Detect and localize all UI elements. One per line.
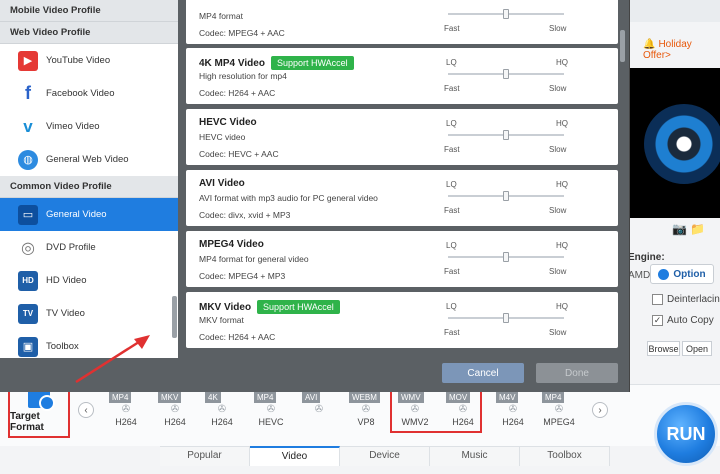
format-item[interactable]: M4V ✇ H264	[496, 392, 530, 430]
profile-card[interactable]: MP4 format Codec: MPEG4 + AAC Fast Slow	[186, 0, 618, 44]
sidebar-item-dvd[interactable]: ◎ DVD Profile	[0, 231, 178, 264]
scroll-left-button[interactable]: ‹	[78, 402, 94, 418]
profile-sidebar: Mobile Video Profile Web Video Profile ▶…	[0, 0, 178, 358]
sidebar-header-common[interactable]: Common Video Profile	[0, 176, 178, 198]
category-tabs: Popular Video Device Music Toolbox	[160, 446, 610, 466]
run-button[interactable]: RUN	[654, 402, 718, 466]
hwaccel-badge: Support HWAccel	[270, 56, 354, 70]
quality-slider[interactable]	[448, 130, 564, 140]
vimeo-icon: v	[18, 116, 38, 137]
profile-card[interactable]: HEVC Video HEVC video Codec: HEVC + AAC …	[186, 109, 618, 165]
holiday-offer-link[interactable]: 🔔 Holiday Offer>	[643, 39, 720, 61]
tab-music[interactable]: Music	[430, 446, 520, 466]
deinterlacing-checkbox[interactable]: Deinterlacing	[652, 294, 720, 305]
film-reel-icon: ✇	[170, 404, 180, 415]
sidebar-header-web[interactable]: Web Video Profile	[0, 22, 178, 44]
format-item[interactable]: MKV ✇ H264	[158, 392, 192, 430]
cancel-button[interactable]: Cancel	[442, 363, 524, 383]
done-button[interactable]: Done	[536, 363, 618, 383]
tab-device[interactable]: Device	[340, 446, 430, 466]
slider-knob[interactable]	[503, 313, 509, 323]
sidebar-item-general-video[interactable]: ▭ General Video	[0, 198, 178, 231]
film-reel-icon: ✇	[361, 404, 371, 415]
checkbox-box	[652, 294, 663, 305]
hwaccel-badge: Support HWAccel	[257, 300, 340, 314]
slider-knob[interactable]	[503, 69, 509, 79]
slider-knob[interactable]	[503, 252, 509, 262]
youtube-icon: ▶	[18, 50, 38, 71]
film-reel-icon: ✇	[217, 404, 227, 415]
facebook-icon: f	[18, 83, 38, 104]
tab-toolbox[interactable]: Toolbox	[520, 446, 610, 466]
video-preview	[628, 68, 720, 218]
film-reel-icon: ✇	[554, 404, 564, 415]
sidebar-item-tv[interactable]: TV TV Video	[0, 297, 178, 330]
profile-card[interactable]: 4K MP4 Video Support HWAccel High resolut…	[186, 48, 618, 104]
format-item[interactable]: WEBM ✇ VP8	[349, 392, 383, 430]
target-format-button[interactable]: Target Format	[8, 386, 70, 438]
toolbox-icon: ▣	[18, 336, 38, 357]
quality-slider[interactable]	[448, 313, 564, 323]
film-reel-icon: ✇	[508, 404, 518, 415]
format-item[interactable]: 4K ✇ H264	[205, 392, 239, 430]
format-item[interactable]: MP4 ✇ HEVC	[254, 392, 288, 430]
quality-slider[interactable]	[448, 69, 564, 79]
amd-label: AMD	[628, 270, 651, 281]
disc-graphic	[644, 104, 720, 184]
sidebar-header-mobile[interactable]: Mobile Video Profile	[0, 0, 178, 22]
profile-card[interactable]: MKV Video Support HWAccel MKV format Code…	[186, 292, 618, 348]
slider-knob[interactable]	[503, 9, 509, 19]
gear-icon	[658, 268, 670, 280]
quality-slider[interactable]	[448, 191, 564, 201]
sidebar-item-hd[interactable]: HD HD Video	[0, 264, 178, 297]
sidebar-item-general-web[interactable]: ◍ General Web Video	[0, 143, 178, 176]
tv-icon: TV	[18, 303, 38, 324]
dvd-icon: ◎	[18, 237, 38, 258]
tab-popular[interactable]: Popular	[160, 446, 250, 466]
profile-list-scrollbar[interactable]	[620, 30, 625, 62]
film-reel-icon: ✇	[121, 404, 131, 415]
scroll-right-button[interactable]: ›	[592, 402, 608, 418]
auto-copy-checkbox[interactable]: ✓ Auto Copy	[652, 315, 714, 326]
profile-card[interactable]: MPEG4 Video MP4 format for general video…	[186, 231, 618, 287]
checkbox-box: ✓	[652, 315, 663, 326]
hd-icon: HD	[18, 270, 38, 291]
title-bar	[620, 0, 720, 22]
film-reel-icon: ✇	[314, 404, 324, 415]
format-item[interactable]: MP4 ✇ H264	[109, 392, 143, 430]
open-button[interactable]: Open	[682, 341, 712, 356]
sidebar-item-facebook[interactable]: f Facebook Video	[0, 77, 178, 110]
engine-label: Engine:	[628, 252, 665, 263]
film-reel-icon: ✇	[266, 404, 276, 415]
slider-knob[interactable]	[503, 130, 509, 140]
profile-list: MP4 format Codec: MPEG4 + AAC Fast Slow …	[186, 0, 618, 350]
bell-icon: 🔔	[643, 39, 656, 50]
quality-slider[interactable]	[448, 252, 564, 262]
camera-icon[interactable]: 📷	[672, 222, 687, 236]
preview-tools: 📷 📁	[672, 222, 705, 236]
speed-slider[interactable]	[448, 9, 564, 19]
profile-card[interactable]: AVI Video AVI format with mp3 audio for …	[186, 170, 618, 226]
monitor-icon: ▭	[18, 204, 38, 225]
option-button[interactable]: Option	[650, 264, 714, 284]
annotation-arrow	[75, 335, 150, 384]
folder-icon[interactable]: 📁	[690, 222, 705, 236]
browse-button[interactable]: Browse	[647, 341, 680, 356]
format-item[interactable]: AVI ✇	[302, 392, 336, 430]
sidebar-item-vimeo[interactable]: v Vimeo Video	[0, 110, 178, 143]
globe-icon: ◍	[18, 149, 38, 170]
tab-video[interactable]: Video	[250, 446, 340, 466]
format-item[interactable]: MP4 ✇ MPEG4	[542, 392, 576, 430]
sidebar-item-youtube[interactable]: ▶ YouTube Video	[0, 44, 178, 77]
sidebar-scrollbar[interactable]	[172, 296, 177, 338]
slider-knob[interactable]	[503, 191, 509, 201]
